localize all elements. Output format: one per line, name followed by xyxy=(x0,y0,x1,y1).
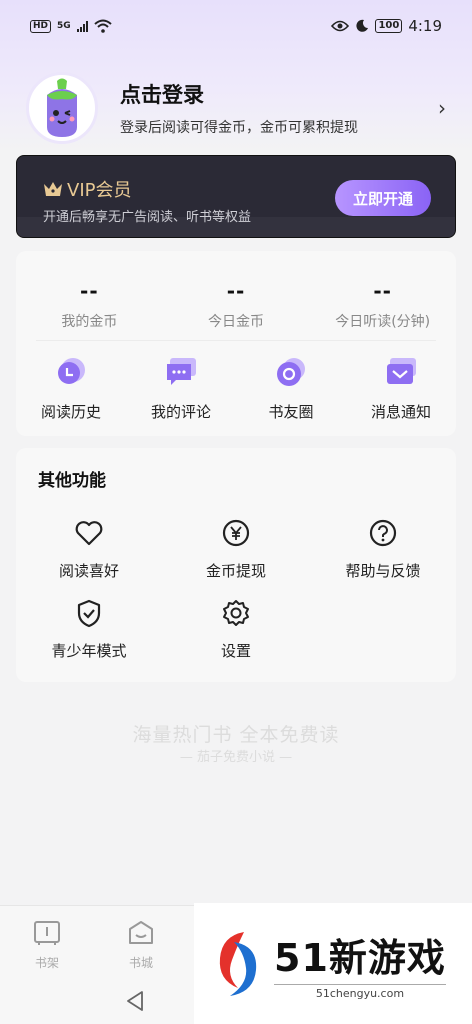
watermark-title: 51新游戏 xyxy=(274,936,446,980)
func-coin-withdraw[interactable]: 金币提现 xyxy=(163,518,309,581)
stat-value: -- xyxy=(80,279,99,303)
login-text: 点击登录 登录后阅读可得金币，金币可累积提现 xyxy=(120,79,438,137)
nav-label: 书架 xyxy=(34,956,59,970)
quick-link-label: 消息通知 xyxy=(370,403,431,421)
quick-link-messages[interactable]: 消息通知 xyxy=(346,357,456,422)
chevron-right-icon[interactable]: › xyxy=(438,96,446,120)
comment-icon xyxy=(167,358,196,385)
func-label: 阅读喜好 xyxy=(58,562,119,580)
stat-value: -- xyxy=(226,279,246,303)
stat-today-coins[interactable]: -- 今日金币 xyxy=(163,279,310,331)
status-left: HD 5G xyxy=(30,19,112,33)
vip-title: VIP会员 xyxy=(67,180,132,201)
func-reading-preference[interactable]: 阅读喜好 xyxy=(16,518,162,581)
watermark-sub: 51chengyu.com xyxy=(274,984,446,1000)
stat-label: 我的金币 xyxy=(61,314,118,330)
history-icon xyxy=(58,358,85,384)
slogan: 海量热门书 全本免费读 xyxy=(132,724,340,746)
clock: 4:19 xyxy=(408,17,442,35)
stats-card: -- 我的金币 -- 今日金币 -- 今日听读(分钟) 阅读历史 我的评论 书友… xyxy=(16,251,456,436)
func-teen-mode[interactable]: 青少年模式 xyxy=(16,598,162,661)
func-help-feedback[interactable]: 帮助与反馈 xyxy=(310,518,456,581)
bookstore-icon xyxy=(129,921,153,944)
stat-label: 今日金币 xyxy=(208,314,264,330)
nav-bookshelf[interactable]: 书架 xyxy=(17,920,77,971)
heart-icon xyxy=(75,521,103,546)
gear-icon xyxy=(223,600,249,626)
stat-label: 今日听读(分钟) xyxy=(335,314,431,330)
login-subtitle: 登录后阅读可得金币，金币可累积提现 xyxy=(120,120,358,136)
quick-link-label: 书友圈 xyxy=(268,403,314,421)
eye-icon xyxy=(331,20,350,32)
vip-open-button[interactable]: 立即开通 xyxy=(335,180,431,216)
stat-value: -- xyxy=(373,279,392,303)
signal-icon xyxy=(76,20,88,32)
login-title[interactable]: 点击登录 xyxy=(120,79,438,109)
quick-link-label: 我的评论 xyxy=(150,403,211,421)
func-label: 金币提现 xyxy=(205,562,266,580)
quick-links-row: 阅读历史 我的评论 书友圈 消息通知 xyxy=(16,357,456,422)
quick-link-comments[interactable]: 我的评论 xyxy=(126,357,236,422)
other-functions-title: 其他功能 xyxy=(38,471,106,491)
stat-today-listen[interactable]: -- 今日听读(分钟) xyxy=(309,279,456,331)
quick-link-label: 阅读历史 xyxy=(40,403,101,421)
watermark-logo-icon xyxy=(219,931,257,996)
watermark-text: 51新游戏 51chengyu.com xyxy=(274,927,446,1000)
vip-title-row: VIP会员 xyxy=(43,176,131,202)
quick-link-history[interactable]: 阅读历史 xyxy=(16,357,126,422)
divider xyxy=(36,340,436,341)
status-right: 100 4:19 xyxy=(331,17,442,35)
avatar[interactable] xyxy=(26,72,98,144)
hd-badge: HD xyxy=(30,19,52,33)
watermark: 51新游戏 51chengyu.com xyxy=(194,903,472,1024)
wifi-icon xyxy=(94,19,112,33)
func-settings[interactable]: 设置 xyxy=(163,598,309,661)
yen-icon xyxy=(222,519,250,547)
status-bar: HD 5G 100 4:19 xyxy=(0,0,472,52)
vip-subtitle: 开通后畅享无广告阅读、听书等权益 xyxy=(43,210,252,225)
network-type: 5G xyxy=(57,21,71,31)
func-label: 青少年模式 xyxy=(51,642,127,660)
vip-card[interactable]: VIP会员 开通后畅享无广告阅读、听书等权益 立即开通 xyxy=(16,155,456,238)
bookshelf-icon xyxy=(34,921,60,945)
slogan-sub: — 茄子免费小说 — xyxy=(179,750,293,765)
stat-my-coins[interactable]: -- 我的金币 xyxy=(16,279,163,331)
stats-row: -- 我的金币 -- 今日金币 -- 今日听读(分钟) xyxy=(16,279,456,331)
quick-link-book-circle[interactable]: 书友圈 xyxy=(236,357,346,422)
shield-icon xyxy=(77,599,101,628)
moon-icon xyxy=(356,19,369,32)
nav-label: 书城 xyxy=(128,956,153,970)
help-icon xyxy=(369,519,397,547)
other-functions-card: 其他功能 阅读喜好 金币提现 帮助与反馈 青少年模式 设置 xyxy=(16,448,456,682)
func-label: 帮助与反馈 xyxy=(345,562,421,580)
func-label: 设置 xyxy=(220,642,251,660)
crown-icon xyxy=(44,182,62,196)
back-triangle-icon[interactable] xyxy=(124,990,146,1012)
book-circle-icon xyxy=(277,358,305,386)
message-icon xyxy=(387,358,416,384)
login-section[interactable]: 点击登录 登录后阅读可得金币，金币可累积提现 › xyxy=(26,70,446,146)
nav-bookstore[interactable]: 书城 xyxy=(111,920,171,971)
battery-icon: 100 xyxy=(375,19,403,33)
eggplant-mascot-icon xyxy=(47,78,77,137)
